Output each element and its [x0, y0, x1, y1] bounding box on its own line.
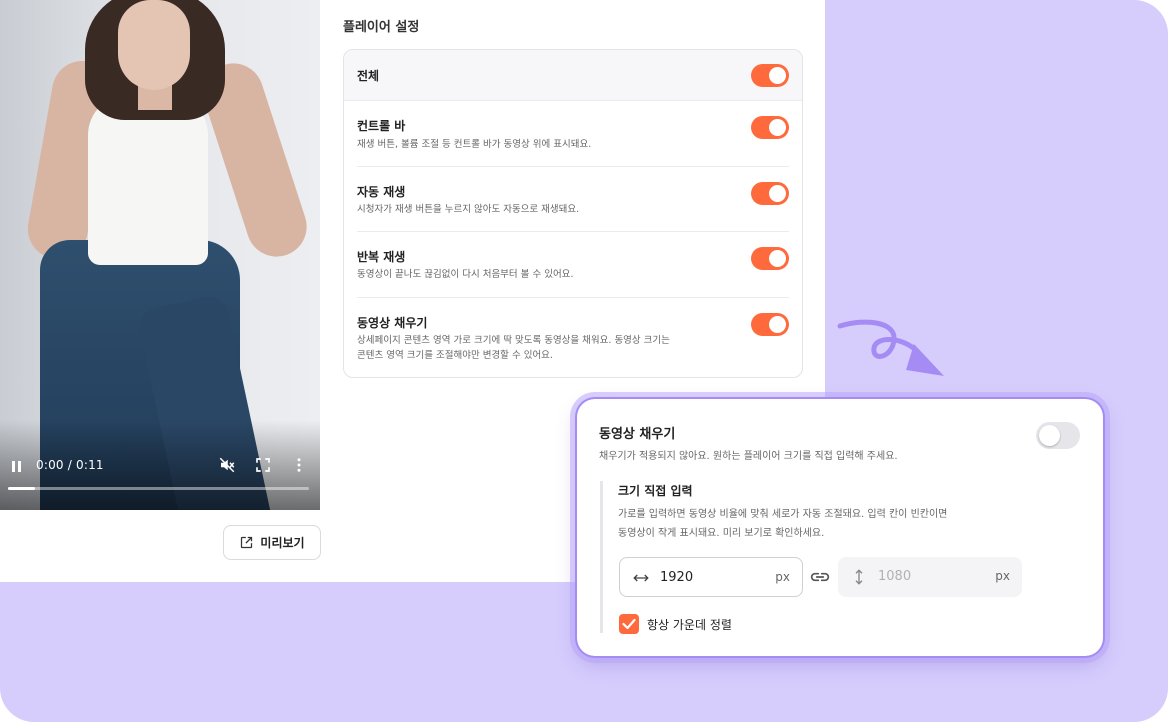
- setting-desc: 상세페이지 콘텐츠 영역 가로 크기에 딱 맞도록 동영상을 채워요. 동영상 …: [357, 335, 670, 346]
- center-align-checkbox[interactable]: [619, 614, 639, 634]
- setting-desc: 콘텐츠 영역 크기를 조절해야만 변경할 수 있어요.: [357, 350, 553, 361]
- video-progress-bar[interactable]: [8, 487, 309, 490]
- center-align-label: 항상 가운데 정렬: [647, 618, 732, 632]
- custom-size-desc: 가로를 입력하면 동영상 비율에 맞춰 세로가 자동 조절돼요. 입력 칸이 빈…: [618, 505, 1018, 543]
- setting-title: 자동 재생: [357, 185, 406, 199]
- custom-size-title: 크기 직접 입력: [618, 484, 693, 498]
- popup-fill-toggle[interactable]: [1036, 422, 1080, 449]
- toggle-all[interactable]: [751, 64, 789, 87]
- setting-row-control-bar: 컨트롤 바 재생 버튼, 볼륨 조절 등 컨트롤 바가 동영상 위에 표시돼요.: [357, 101, 789, 167]
- setting-row-autoplay: 자동 재생 시청자가 재생 버튼을 누르지 않아도 자동으로 재생돼요.: [357, 167, 789, 232]
- external-link-icon: [241, 536, 253, 549]
- setting-row-all: 전체: [344, 50, 802, 101]
- setting-desc: 동영상이 끝나도 끊김없이 다시 처음부터 볼 수 있어요.: [357, 269, 574, 280]
- setting-desc: 시청자가 재생 버튼을 누르지 않아도 자동으로 재생돼요.: [357, 204, 580, 215]
- video-controls: 0:00 / 0:11: [0, 452, 320, 480]
- height-value: 1080: [878, 569, 912, 584]
- fill-video-popup: 동영상 채우기 채우기가 적용되지 않아요. 원하는 플레이어 크기를 직접 입…: [577, 399, 1103, 656]
- width-unit: px: [775, 570, 790, 584]
- video-frame-shape: [118, 0, 190, 90]
- settings-title: 플레이어 설정: [343, 20, 420, 35]
- popup-desc: 채우기가 적용되지 않아요. 원하는 플레이어 크기를 직접 입력해 주세요.: [599, 451, 898, 462]
- setting-title: 반복 재생: [357, 250, 406, 264]
- width-input[interactable]: 1920 px: [619, 557, 803, 597]
- height-input[interactable]: 1080 px: [838, 557, 1022, 597]
- video-progress-fill: [8, 487, 36, 490]
- settings-card: 전체 컨트롤 바 재생 버튼, 볼륨 조절 등 컨트롤 바가 동영상 위에 표시…: [343, 49, 803, 378]
- setting-desc: 재생 버튼, 볼륨 조절 등 컨트롤 바가 동영상 위에 표시돼요.: [357, 139, 592, 150]
- mute-icon[interactable]: [218, 456, 236, 474]
- pause-icon[interactable]: [12, 461, 24, 472]
- custom-size-desc-line: 동영상이 작게 표시돼요. 미리 보기로 확인하세요.: [618, 528, 825, 539]
- setting-all-label: 전체: [357, 69, 380, 83]
- fullscreen-icon[interactable]: [254, 456, 272, 474]
- video-time: 0:00 / 0:11: [36, 458, 104, 472]
- vertical-arrows-icon: [855, 569, 863, 585]
- link-icon[interactable]: [810, 568, 830, 586]
- setting-row-loop: 반복 재생 동영상이 끝나도 끊김없이 다시 처음부터 볼 수 있어요.: [357, 232, 789, 298]
- more-vertical-icon[interactable]: [290, 456, 308, 474]
- preview-button[interactable]: 미리보기: [223, 525, 321, 560]
- custom-size-desc-line: 가로를 입력하면 동영상 비율에 맞춰 세로가 자동 조절돼요. 입력 칸이 빈…: [618, 509, 948, 520]
- check-icon: [622, 618, 636, 630]
- section-divider: [600, 481, 603, 633]
- toggle-loop[interactable]: [751, 247, 789, 270]
- popup-title: 동영상 채우기: [599, 427, 676, 442]
- curly-arrow-icon: [837, 319, 944, 376]
- preview-button-label: 미리보기: [260, 536, 305, 550]
- toggle-control-bar[interactable]: [751, 116, 789, 139]
- setting-title: 동영상 채우기: [357, 316, 428, 330]
- toggle-fill-video[interactable]: [751, 313, 789, 336]
- height-unit: px: [995, 569, 1010, 583]
- setting-title: 컨트롤 바: [357, 119, 406, 133]
- video-frame-shape: [88, 95, 208, 265]
- video-player[interactable]: 0:00 / 0:11: [0, 0, 320, 510]
- width-value: 1920: [660, 570, 694, 585]
- setting-row-fill-video: 동영상 채우기 상세페이지 콘텐츠 영역 가로 크기에 딱 맞도록 동영상을 채…: [357, 298, 789, 377]
- toggle-autoplay[interactable]: [751, 182, 789, 205]
- horizontal-arrows-icon: [633, 574, 649, 582]
